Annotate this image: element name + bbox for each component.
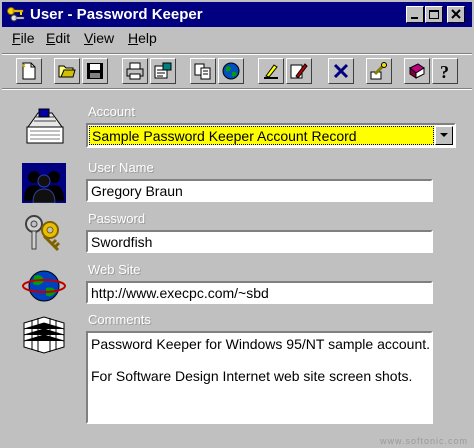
delete-x-icon	[333, 63, 349, 79]
window-title: User - Password Keeper	[30, 6, 203, 23]
menu-edit-rest: dit	[55, 30, 71, 46]
comments-keyboard-icon	[23, 316, 65, 354]
password-label: Password	[88, 211, 146, 226]
comments-line-1: Password Keeper for Windows 95/NT sample…	[91, 336, 431, 352]
close-icon	[451, 9, 461, 19]
svg-text:?: ?	[440, 62, 449, 80]
account-label: Account	[88, 104, 135, 119]
password-button[interactable]	[366, 58, 392, 84]
comments-label: Comments	[88, 312, 151, 327]
edit-pencil-icon	[290, 63, 308, 79]
menu-help[interactable]: Help	[128, 30, 157, 46]
password-input[interactable]: Swordfish	[86, 230, 433, 253]
menu-help-accel: H	[128, 30, 139, 46]
menu-file-accel: F	[12, 30, 21, 46]
maximize-button[interactable]	[425, 6, 443, 23]
menu-view[interactable]: View	[84, 30, 114, 46]
minimize-button[interactable]	[406, 6, 424, 23]
new-button[interactable]	[16, 58, 42, 84]
username-label: User Name	[88, 160, 154, 175]
website-globe-icon	[22, 270, 66, 302]
menu-file[interactable]: File	[12, 30, 35, 46]
edit-record-icon	[264, 64, 278, 79]
menu-view-accel: V	[84, 30, 94, 46]
print-icon	[126, 62, 144, 80]
title-bar[interactable]: User - Password Keeper	[2, 2, 472, 27]
book-icon	[409, 63, 425, 79]
properties-icon	[154, 62, 172, 79]
properties-button[interactable]	[150, 58, 176, 84]
close-button[interactable]	[447, 6, 465, 23]
web-button[interactable]	[218, 58, 244, 84]
copy-button[interactable]	[190, 58, 216, 84]
copy-icon	[194, 63, 211, 80]
account-select[interactable]: Sample Password Keeper Account Record	[86, 123, 456, 148]
save-button[interactable]	[82, 58, 108, 84]
key-icon	[370, 62, 387, 80]
toolbar-divider	[2, 88, 472, 90]
open-folder-icon	[58, 65, 76, 78]
watermark-text: www.softonic.com	[379, 436, 468, 446]
keys-icon	[25, 215, 61, 252]
menu-view-rest: iew	[93, 30, 115, 46]
website-input[interactable]: http://www.execpc.com/~sbd	[86, 281, 433, 304]
account-dropdown-button[interactable]	[435, 126, 453, 145]
menu-divider	[2, 53, 472, 55]
save-disk-icon	[87, 63, 103, 79]
edit-button[interactable]	[286, 58, 312, 84]
account-record-icon	[26, 108, 64, 144]
menu-edit-accel: E	[46, 30, 56, 46]
maximize-icon	[429, 10, 439, 19]
account-select-value: Sample Password Keeper Account Record	[89, 126, 434, 145]
open-button[interactable]	[54, 58, 80, 84]
edit-record-button[interactable]	[258, 58, 284, 84]
username-input[interactable]: Gregory Braun	[86, 179, 433, 202]
help-icon: ?	[440, 62, 449, 80]
comments-line-2: For Software Design Internet web site sc…	[91, 368, 413, 384]
contents-button[interactable]	[404, 58, 430, 84]
delete-button[interactable]	[328, 58, 354, 84]
menu-edit[interactable]: Edit	[46, 30, 70, 46]
minimize-icon	[411, 17, 418, 19]
menu-file-rest: ile	[20, 30, 35, 46]
menu-help-rest: elp	[138, 30, 157, 46]
app-keys-icon	[7, 7, 25, 22]
new-icon	[21, 62, 36, 80]
print-button[interactable]	[122, 58, 148, 84]
help-button[interactable]: ?	[432, 58, 458, 84]
website-label: Web Site	[88, 262, 141, 277]
globe-icon	[222, 62, 240, 80]
users-icon	[22, 163, 66, 203]
comments-textarea[interactable]: Password Keeper for Windows 95/NT sample…	[86, 331, 433, 424]
chevron-down-icon	[440, 133, 448, 137]
app-window: User - Password Keeper File Edit View He…	[0, 0, 474, 448]
